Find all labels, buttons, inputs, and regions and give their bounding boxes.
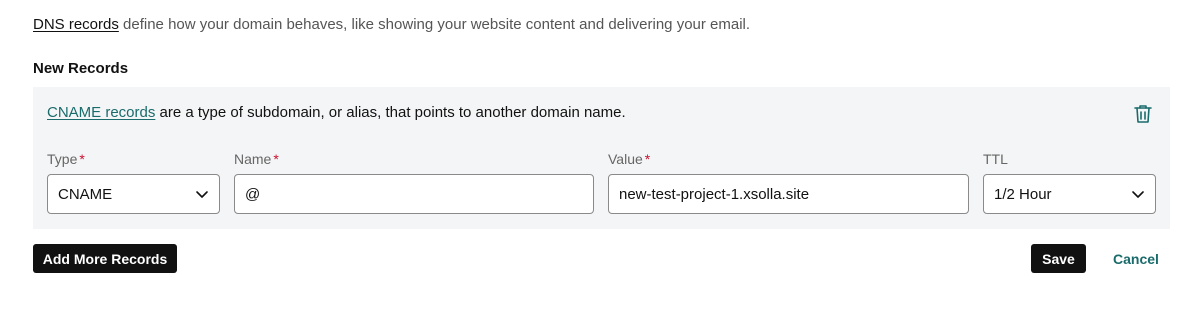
ttl-label: TTL: [983, 151, 1008, 167]
dns-records-intro: DNS records define how your domain behav…: [33, 16, 750, 33]
name-label: Name *: [234, 151, 279, 167]
type-label: Type *: [47, 151, 85, 167]
chevron-down-icon: [196, 191, 208, 198]
name-input[interactable]: [245, 185, 583, 203]
trash-icon: [1134, 105, 1152, 123]
type-select-value: CNAME: [58, 185, 113, 203]
record-description: CNAME records are a type of subdomain, o…: [47, 104, 626, 121]
new-records-title: New Records: [33, 60, 129, 77]
name-label-text: Name: [234, 151, 272, 167]
type-required-mark: *: [79, 151, 85, 167]
delete-record-button[interactable]: [1132, 103, 1154, 125]
value-field[interactable]: [608, 174, 969, 214]
value-label: Value *: [608, 151, 650, 167]
ttl-label-text: TTL: [983, 151, 1008, 167]
record-description-text: are a type of subdomain, or alias, that …: [155, 104, 626, 121]
add-more-records-button[interactable]: Add More Records: [33, 244, 177, 273]
name-field[interactable]: [234, 174, 594, 214]
record-panel: CNAME records are a type of subdomain, o…: [33, 87, 1170, 229]
ttl-select-value: 1/2 Hour: [994, 185, 1052, 203]
save-button[interactable]: Save: [1031, 244, 1086, 273]
cname-records-link[interactable]: CNAME records: [47, 104, 155, 121]
type-label-text: Type: [47, 151, 78, 167]
name-required-mark: *: [273, 151, 279, 167]
type-select[interactable]: CNAME: [47, 174, 220, 214]
value-required-mark: *: [644, 151, 651, 167]
ttl-select[interactable]: 1/2 Hour: [983, 174, 1156, 214]
value-input[interactable]: [619, 185, 958, 203]
dns-records-intro-text: define how your domain behaves, like sho…: [118, 16, 751, 33]
value-label-text: Value: [608, 151, 643, 167]
chevron-down-icon: [1132, 191, 1144, 198]
cancel-button[interactable]: Cancel: [1113, 244, 1159, 273]
dns-records-link[interactable]: DNS records: [33, 16, 119, 33]
